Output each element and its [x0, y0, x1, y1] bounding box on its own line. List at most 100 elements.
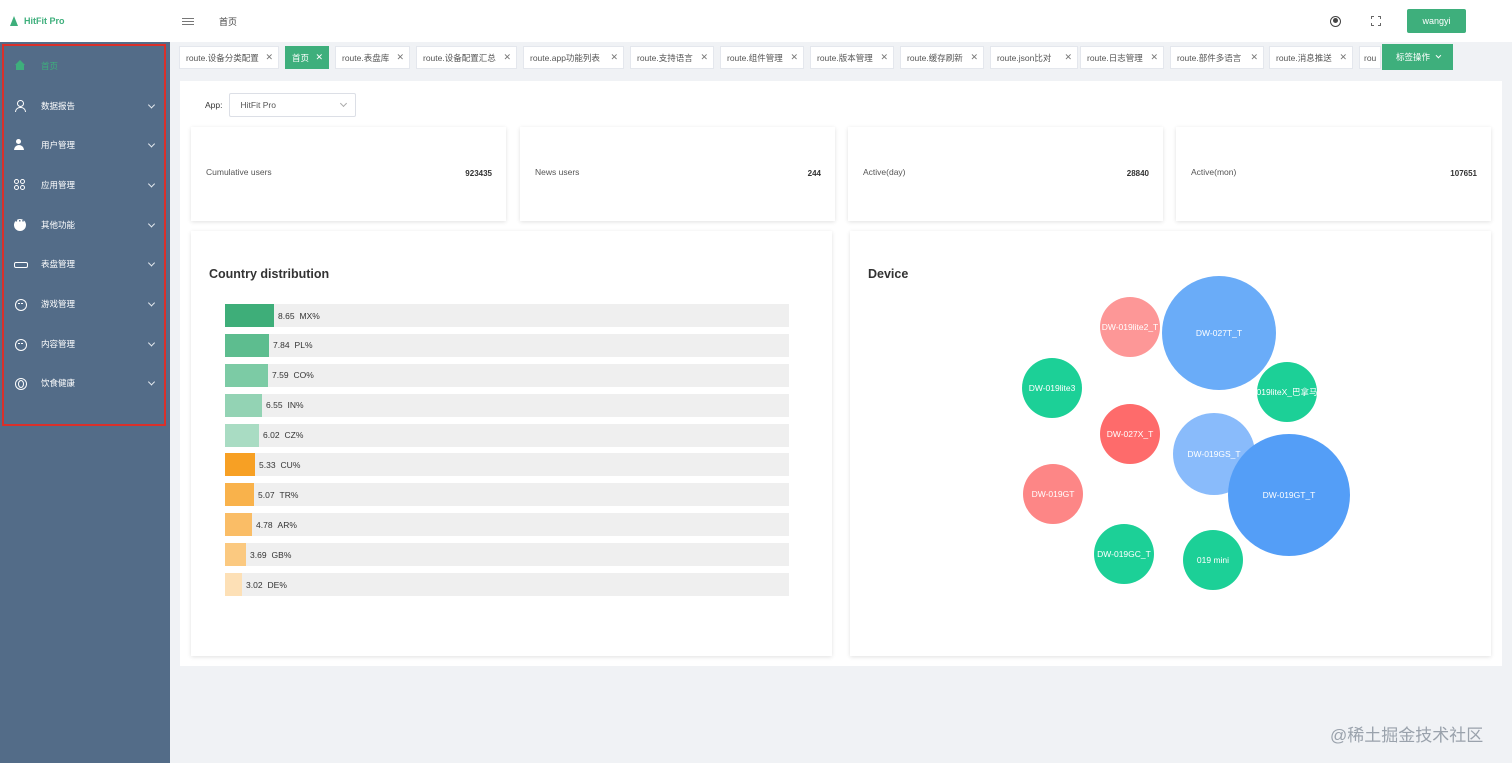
stat-label: Active(day) — [863, 167, 906, 177]
close-icon[interactable]: ✕ — [315, 52, 323, 63]
device-bubble[interactable]: 019liteX_巴拿马 — [1257, 362, 1317, 422]
tag-item[interactable]: route.设备分类配置 ✕ — [179, 46, 279, 69]
close-icon[interactable]: ✕ — [503, 52, 511, 63]
tag-item[interactable]: route.json比对 ✕ — [990, 46, 1078, 69]
bar[interactable] — [225, 423, 259, 447]
bar-row: 6.02 CZ% — [225, 423, 789, 447]
app-select[interactable]: HitFit Pro — [228, 93, 356, 117]
bar-category-label: TR% — [279, 489, 299, 500]
bar-data-label: 5.33 CU% — [259, 453, 300, 476]
bar[interactable] — [225, 333, 269, 357]
bar-data-label: 5.07 TR% — [258, 483, 298, 506]
tag-item[interactable]: route.app功能列表 ✕ — [523, 46, 624, 69]
sidebar-item-label: 首页 — [41, 60, 59, 71]
bar-data-label: 3.69 GB% — [250, 543, 291, 566]
stat-card-cumulative-users: Cumulative users 923435 — [191, 127, 506, 221]
bar[interactable] — [225, 513, 252, 537]
close-icon[interactable]: ✕ — [1150, 52, 1158, 63]
fullscreen-icon[interactable] — [1371, 16, 1381, 26]
sidebar-item-dial-management[interactable]: 表盘管理 — [4, 244, 164, 284]
close-icon[interactable]: ✕ — [265, 52, 273, 63]
device-bubble[interactable]: DW-019lite2_T — [1100, 297, 1160, 357]
device-bubble[interactable]: DW-019lite3 — [1022, 358, 1082, 418]
sidebar-item-game-management[interactable]: 游戏管理 — [4, 284, 164, 324]
tag-label: route.app功能列表 — [530, 52, 600, 63]
close-icon[interactable]: ✕ — [700, 52, 708, 63]
sidebar-item-diet-health[interactable]: 饮食健康 — [4, 364, 164, 404]
sidebar-item-home[interactable]: 首页 — [4, 46, 164, 86]
sidebar-item-label: 游戏管理 — [41, 298, 76, 309]
user-icon — [14, 99, 26, 112]
device-bubble[interactable]: DW-019GC_T — [1094, 524, 1154, 584]
bar-data-label: 8.65 MX% — [278, 304, 320, 327]
bar[interactable] — [225, 483, 254, 507]
close-icon[interactable]: ✕ — [1250, 52, 1258, 63]
chevron-down-icon — [1435, 52, 1442, 59]
chevron-down-icon — [339, 99, 347, 108]
tag-label: route.表盘库 — [342, 52, 390, 63]
bar[interactable] — [225, 453, 255, 477]
tag-item[interactable]: route.缓存刷新 ✕ — [900, 46, 984, 69]
close-icon[interactable]: ✕ — [790, 52, 798, 63]
stat-value: 28840 — [1126, 169, 1149, 178]
tags-bar: route.设备分类配置 ✕ 首页 ✕ route.表盘库 ✕ route.设备配置汇… — [170, 42, 1512, 72]
tag-item[interactable]: route.组件管理 ✕ — [720, 46, 804, 69]
bar[interactable] — [225, 363, 268, 387]
tag-label: rou — [1364, 52, 1377, 63]
tag-label: route.设备分类配置 — [186, 52, 259, 63]
bar-value-label: 7.59 — [272, 370, 289, 381]
stat-value: 244 — [807, 169, 821, 178]
tag-item[interactable]: route.消息推送 ✕ — [1269, 46, 1353, 69]
close-icon[interactable]: ✕ — [1339, 52, 1347, 63]
bar[interactable] — [225, 543, 246, 567]
stat-value: 923435 — [465, 169, 492, 178]
sidebar-item-app-management[interactable]: 应用管理 — [4, 165, 164, 205]
tag-item[interactable]: rou — [1359, 46, 1381, 69]
tag-item[interactable]: route.版本管理 ✕ — [810, 46, 894, 69]
close-icon[interactable]: ✕ — [1064, 52, 1072, 63]
bar[interactable] — [225, 393, 262, 417]
close-icon[interactable]: ✕ — [880, 52, 888, 63]
food-icon — [14, 377, 27, 391]
bar-category-label: IN% — [287, 400, 304, 411]
close-icon[interactable]: ✕ — [396, 52, 404, 63]
tag-item[interactable]: route.表盘库 ✕ — [335, 46, 410, 69]
tag-item[interactable]: route.支持语言 ✕ — [630, 46, 714, 69]
close-icon[interactable]: ✕ — [970, 52, 978, 63]
tag-label: route.json比对 — [997, 52, 1052, 63]
chevron-down-icon — [147, 339, 156, 347]
tag-item[interactable]: route.日志管理 ✕ — [1080, 46, 1164, 69]
device-bubble[interactable]: DW-019GT — [1023, 464, 1083, 524]
app-filter-label: App: — [205, 100, 223, 110]
bar-value-label: 3.69 — [250, 549, 267, 560]
device-bubble[interactable]: DW-019GT_T — [1228, 434, 1350, 556]
tag-actions-button[interactable]: 标签操作 — [1382, 44, 1453, 70]
sidebar-item-label: 内容管理 — [41, 338, 76, 349]
tag-item[interactable]: route.部件多语言 ✕ — [1170, 46, 1264, 69]
tag-item[interactable]: route.设备配置汇总 ✕ — [416, 46, 517, 69]
sidebar-item-data-report[interactable]: 数据报告 — [4, 86, 164, 126]
bar-row: 6.55 IN% — [225, 393, 789, 417]
logo[interactable]: HitFit Pro — [0, 0, 170, 42]
breadcrumb[interactable]: 首页 — [219, 15, 237, 28]
stat-card-active-day: Active(day) 28840 — [848, 127, 1163, 221]
sidebar-item-other-functions[interactable]: 其他功能 — [4, 205, 164, 245]
device-bubble[interactable]: DW-027T_T — [1162, 276, 1276, 390]
chevron-down-icon — [147, 180, 156, 188]
watermark: @稀土掘金技术社区 — [1330, 726, 1484, 745]
language-globe-icon[interactable] — [1330, 15, 1341, 27]
bar-value-label: 6.02 — [263, 430, 280, 441]
sidebar-item-content-management[interactable]: 内容管理 — [4, 324, 164, 364]
user-button[interactable]: wangyi — [1407, 9, 1466, 33]
close-icon[interactable]: ✕ — [610, 52, 618, 63]
bar-row: 3.69 GB% — [225, 543, 789, 567]
bar-row: 8.65 MX% — [225, 304, 789, 327]
sidebar-item-user-management[interactable]: 用户管理 — [4, 125, 164, 165]
menu-toggle-icon[interactable] — [182, 17, 194, 25]
tag-item-active[interactable]: 首页 ✕ — [285, 46, 329, 69]
bar[interactable] — [225, 573, 242, 597]
device-bubble[interactable]: 019 mini — [1183, 530, 1243, 590]
device-bubble[interactable]: DW-027X_T — [1100, 404, 1160, 464]
bar[interactable] — [225, 304, 274, 327]
bar-data-label: 6.02 CZ% — [263, 424, 303, 447]
